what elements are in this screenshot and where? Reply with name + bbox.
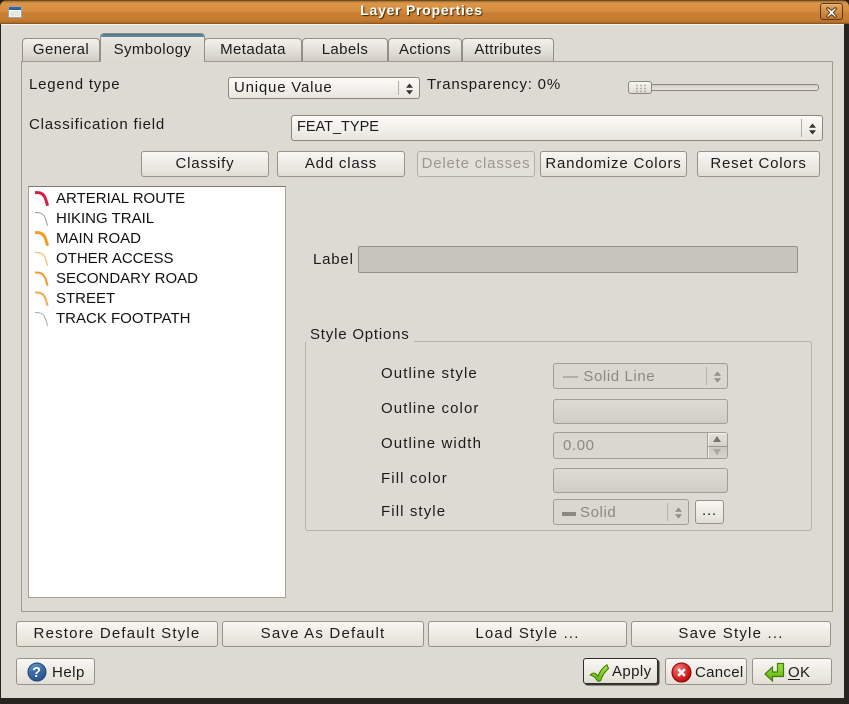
svg-text:?: ? <box>32 665 42 681</box>
